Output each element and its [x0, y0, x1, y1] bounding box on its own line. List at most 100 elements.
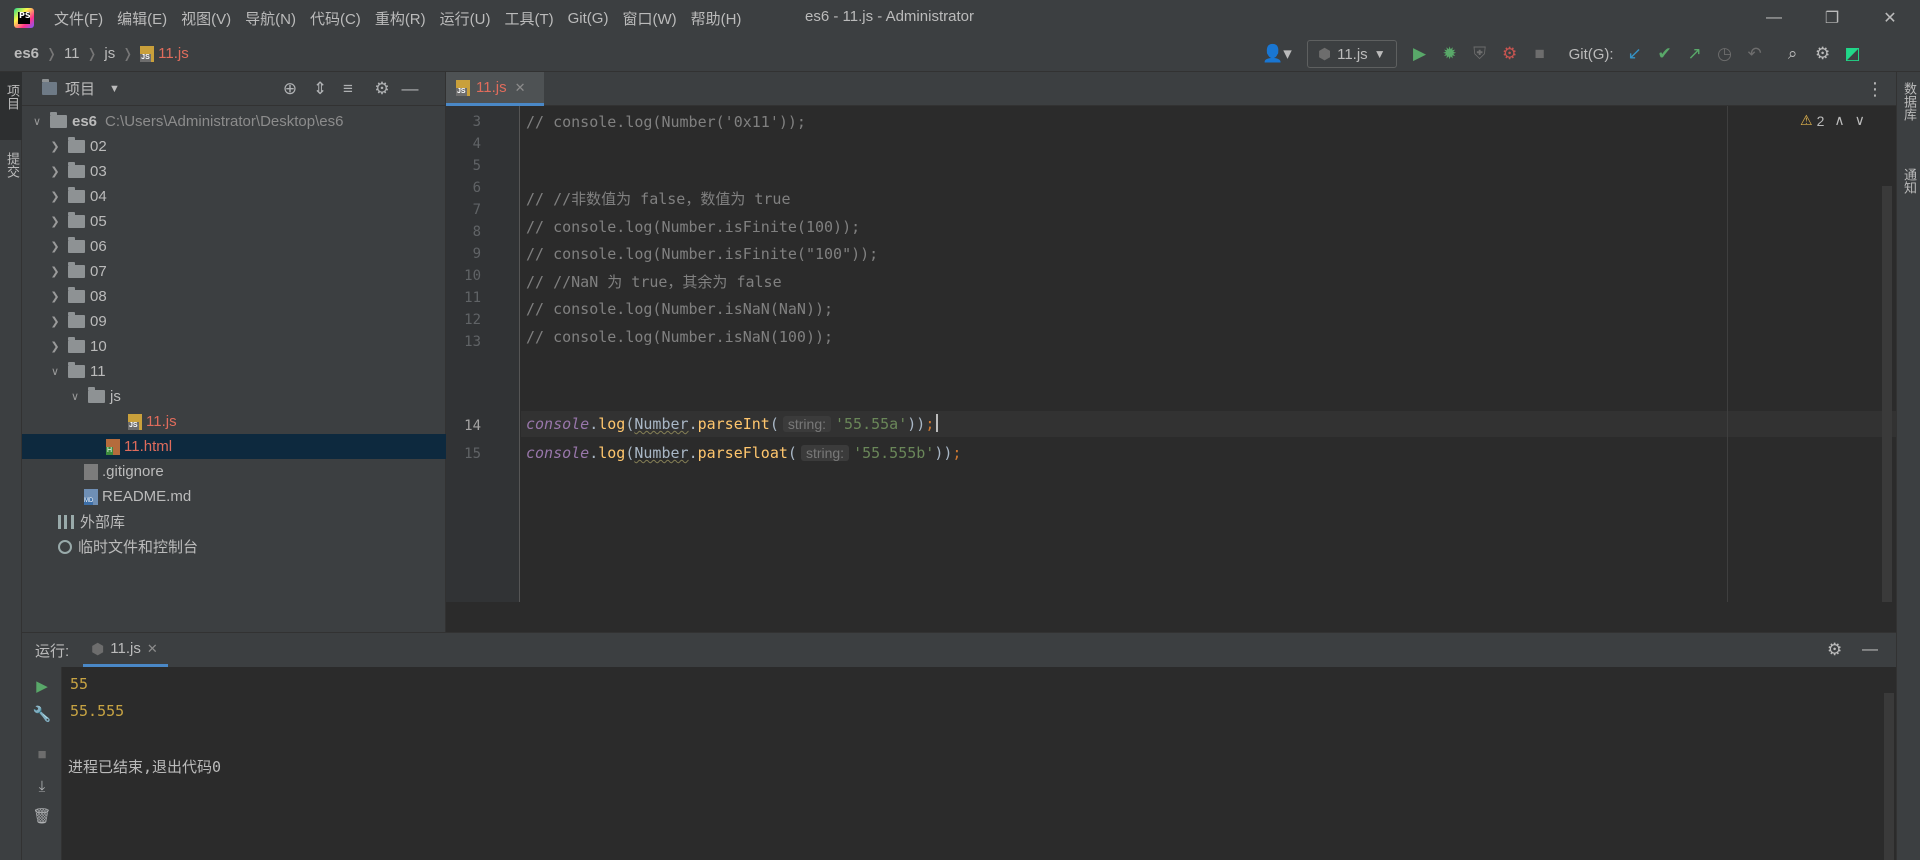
- menu-help[interactable]: 帮助(H): [691, 8, 742, 29]
- close-window-icon[interactable]: ✕: [1862, 0, 1918, 36]
- menu-run[interactable]: 运行(U): [440, 8, 491, 29]
- tree-scratches[interactable]: 临时文件和控制台: [22, 534, 446, 559]
- git-commit-icon[interactable]: ✔: [1650, 36, 1680, 72]
- chevron-down-icon[interactable]: ∨: [68, 390, 82, 403]
- tree-external-libraries[interactable]: 外部库: [22, 509, 446, 534]
- menu-git[interactable]: Git(G): [568, 10, 609, 27]
- scroll-to-end-icon[interactable]: ⤓: [22, 773, 62, 799]
- breadcrumb-folder-js[interactable]: js: [104, 45, 115, 62]
- tree-folder-label: 09: [90, 313, 107, 330]
- close-tab-icon[interactable]: ✕: [515, 80, 526, 96]
- tree-folder-10[interactable]: ❯ 10: [22, 334, 446, 359]
- run-configuration-select[interactable]: ⬢ 11.js ▼: [1307, 40, 1397, 68]
- stop-icon[interactable]: ■: [1525, 36, 1555, 72]
- token-string: '55.555b': [853, 444, 935, 462]
- breadcrumb-file[interactable]: 11.js: [158, 45, 189, 62]
- tree-folder-02[interactable]: ❯ 02: [22, 134, 446, 159]
- chevron-right-icon[interactable]: ❯: [48, 215, 62, 228]
- jetbrains-ai-icon[interactable]: ◩: [1838, 36, 1868, 72]
- git-update-icon[interactable]: ↙: [1620, 36, 1650, 72]
- chevron-right-icon[interactable]: ❯: [48, 140, 62, 153]
- menu-tools[interactable]: 工具(T): [504, 8, 553, 29]
- menu-navigate[interactable]: 导航(N): [245, 8, 296, 29]
- tree-folder-11[interactable]: ∨ 11: [22, 359, 446, 384]
- breadcrumb-folder-11[interactable]: 11: [64, 45, 80, 62]
- tree-folder-label: js: [110, 388, 121, 405]
- tree-folder-07[interactable]: ❯ 07: [22, 259, 446, 284]
- stripe-database-label[interactable]: 数据库: [1900, 82, 1919, 121]
- stripe-commit-label[interactable]: 提交: [3, 152, 22, 178]
- wrench-icon[interactable]: 🔧: [22, 701, 62, 727]
- run-settings-icon[interactable]: ⚙: [1827, 633, 1842, 667]
- line-number: 4: [472, 136, 481, 152]
- chevron-down-icon[interactable]: ▼: [109, 83, 120, 95]
- stripe-project-label[interactable]: 项目: [3, 84, 22, 110]
- tree-file-readme[interactable]: README.md: [22, 484, 446, 509]
- git-push-icon[interactable]: ↗: [1680, 36, 1710, 72]
- menu-edit[interactable]: 编辑(E): [117, 8, 167, 29]
- chevron-right-icon[interactable]: ❯: [48, 165, 62, 178]
- git-history-icon[interactable]: ◷: [1710, 36, 1740, 72]
- more-options-icon[interactable]: ⋮: [1866, 72, 1884, 106]
- profile-icon[interactable]: ⚙: [1495, 36, 1525, 72]
- user-account-icon[interactable]: 👤▾: [1255, 36, 1299, 72]
- rerun-icon[interactable]: ▶: [22, 673, 62, 699]
- tree-root-es6[interactable]: ∨ es6 C:\Users\Administrator\Desktop\es6: [22, 109, 446, 134]
- debug-icon[interactable]: ✹: [1435, 36, 1465, 72]
- chevron-right-icon[interactable]: ❯: [48, 340, 62, 353]
- chevron-down-icon[interactable]: ∨: [30, 115, 44, 128]
- tree-file-gitignore[interactable]: .gitignore: [22, 459, 446, 484]
- breadcrumb-project[interactable]: es6: [14, 45, 39, 62]
- tree-folder-09[interactable]: ❯ 09: [22, 309, 446, 334]
- stop-icon[interactable]: ■: [22, 741, 62, 767]
- app-logo-icon[interactable]: PS: [14, 8, 34, 28]
- menu-file[interactable]: 文件(F): [54, 8, 103, 29]
- tree-folder-05[interactable]: ❯ 05: [22, 209, 446, 234]
- chevron-right-icon[interactable]: ❯: [48, 190, 62, 203]
- coverage-icon[interactable]: ⛨: [1465, 36, 1495, 72]
- token-semicolon: ;: [925, 415, 935, 433]
- inspection-widget[interactable]: ⚠ 2 ∧ ∨: [1800, 112, 1865, 129]
- clear-trash-icon[interactable]: 🗑: [22, 803, 62, 829]
- tree-folder-js[interactable]: ∨ js: [22, 384, 446, 409]
- token-console: console: [526, 444, 590, 462]
- chevron-right-icon[interactable]: ❯: [48, 290, 62, 303]
- stripe-notifications-label[interactable]: 通知: [1900, 168, 1919, 194]
- tree-folder-06[interactable]: ❯ 06: [22, 234, 446, 259]
- git-rollback-icon[interactable]: ↶: [1740, 36, 1770, 72]
- chevron-down-icon[interactable]: ∨: [48, 365, 62, 378]
- run-tab-11-js[interactable]: ⬢ 11.js ✕: [83, 633, 168, 667]
- chevron-right-icon[interactable]: ❯: [48, 265, 62, 278]
- token-number-class: Number: [634, 415, 689, 433]
- tree-folder-04[interactable]: ❯ 04: [22, 184, 446, 209]
- menu-refactor[interactable]: 重构(R): [375, 8, 426, 29]
- panel-settings-icon[interactable]: ⚙: [367, 72, 397, 106]
- project-panel-title[interactable]: 项目: [65, 78, 95, 99]
- tree-file-11-js[interactable]: 11.js: [22, 409, 446, 434]
- run-icon[interactable]: ▶: [1405, 36, 1435, 72]
- menu-window[interactable]: 窗口(W): [622, 8, 676, 29]
- restore-icon[interactable]: ❐: [1804, 0, 1860, 36]
- settings-gear-icon[interactable]: ⚙: [1808, 36, 1838, 72]
- next-highlight-icon[interactable]: ∨: [1855, 112, 1865, 129]
- search-icon[interactable]: ⌕: [1778, 36, 1808, 72]
- close-tab-icon[interactable]: ✕: [147, 641, 158, 657]
- editor-scrollbar[interactable]: [1882, 186, 1892, 602]
- tree-folder-03[interactable]: ❯ 03: [22, 159, 446, 184]
- tree-folder-08[interactable]: ❯ 08: [22, 284, 446, 309]
- menu-code[interactable]: 代码(C): [310, 8, 361, 29]
- editor-tab-11-js[interactable]: 11.js ✕: [446, 72, 544, 106]
- chevron-right-icon[interactable]: ❯: [48, 315, 62, 328]
- previous-highlight-icon[interactable]: ∧: [1834, 112, 1844, 129]
- locate-file-icon[interactable]: ⊕: [275, 72, 305, 106]
- menu-view[interactable]: 视图(V): [181, 8, 231, 29]
- code-editor[interactable]: 3 4 5 6 7 8 9 10 11 12 13 14 15 // conso…: [446, 106, 1896, 602]
- chevron-right-icon[interactable]: ❯: [48, 240, 62, 253]
- minimize-icon[interactable]: —: [1746, 0, 1802, 36]
- collapse-all-icon[interactable]: ≡: [333, 72, 363, 106]
- hide-panel-icon[interactable]: —: [1862, 633, 1878, 667]
- tree-file-11-html[interactable]: 11.html: [22, 434, 446, 459]
- hide-panel-icon[interactable]: —: [395, 72, 425, 106]
- run-output-scrollbar[interactable]: [1884, 693, 1894, 860]
- expand-all-icon[interactable]: ⇕: [305, 72, 335, 106]
